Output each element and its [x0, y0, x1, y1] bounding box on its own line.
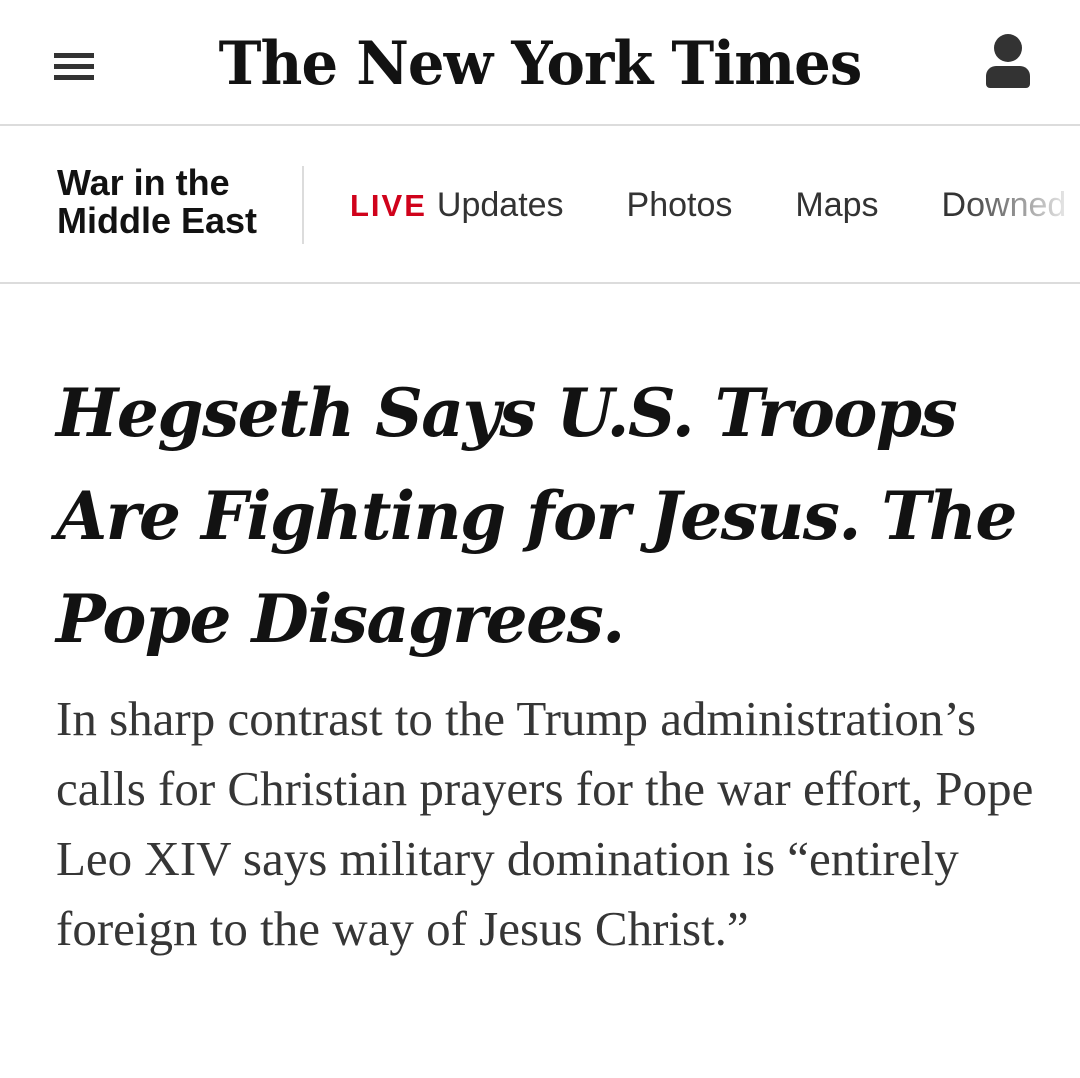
section-nav: War in the Middle East LIVE Updates Photos… — [0, 126, 1080, 284]
section-title[interactable]: War in the Middle East — [57, 164, 287, 240]
nav-link-downed[interactable]: Downed — [942, 184, 1067, 226]
account-icon-head — [994, 34, 1022, 62]
account-icon-shoulders — [986, 66, 1030, 88]
nav-link-photos[interactable]: Photos — [627, 184, 733, 226]
nyt-logo[interactable]: The New York Times — [22, 26, 1059, 102]
nav-link-live-updates[interactable]: LIVE Updates — [350, 184, 564, 227]
user-account-icon[interactable] — [980, 32, 1036, 92]
nav-link-maps[interactable]: Maps — [795, 184, 878, 226]
section-nav-links: LIVE Updates Photos Maps Downed — [350, 184, 1066, 227]
live-badge: LIVE — [350, 188, 427, 223]
nav-divider — [302, 166, 304, 244]
masthead: The New York Times — [0, 0, 1080, 126]
article-headline: Hegseth Says U.S. Troops Are Fighting fo… — [56, 374, 1017, 658]
nav-link-label: Updates — [436, 186, 564, 224]
article-summary: In sharp contrast to the Trump administr… — [56, 691, 1034, 956]
